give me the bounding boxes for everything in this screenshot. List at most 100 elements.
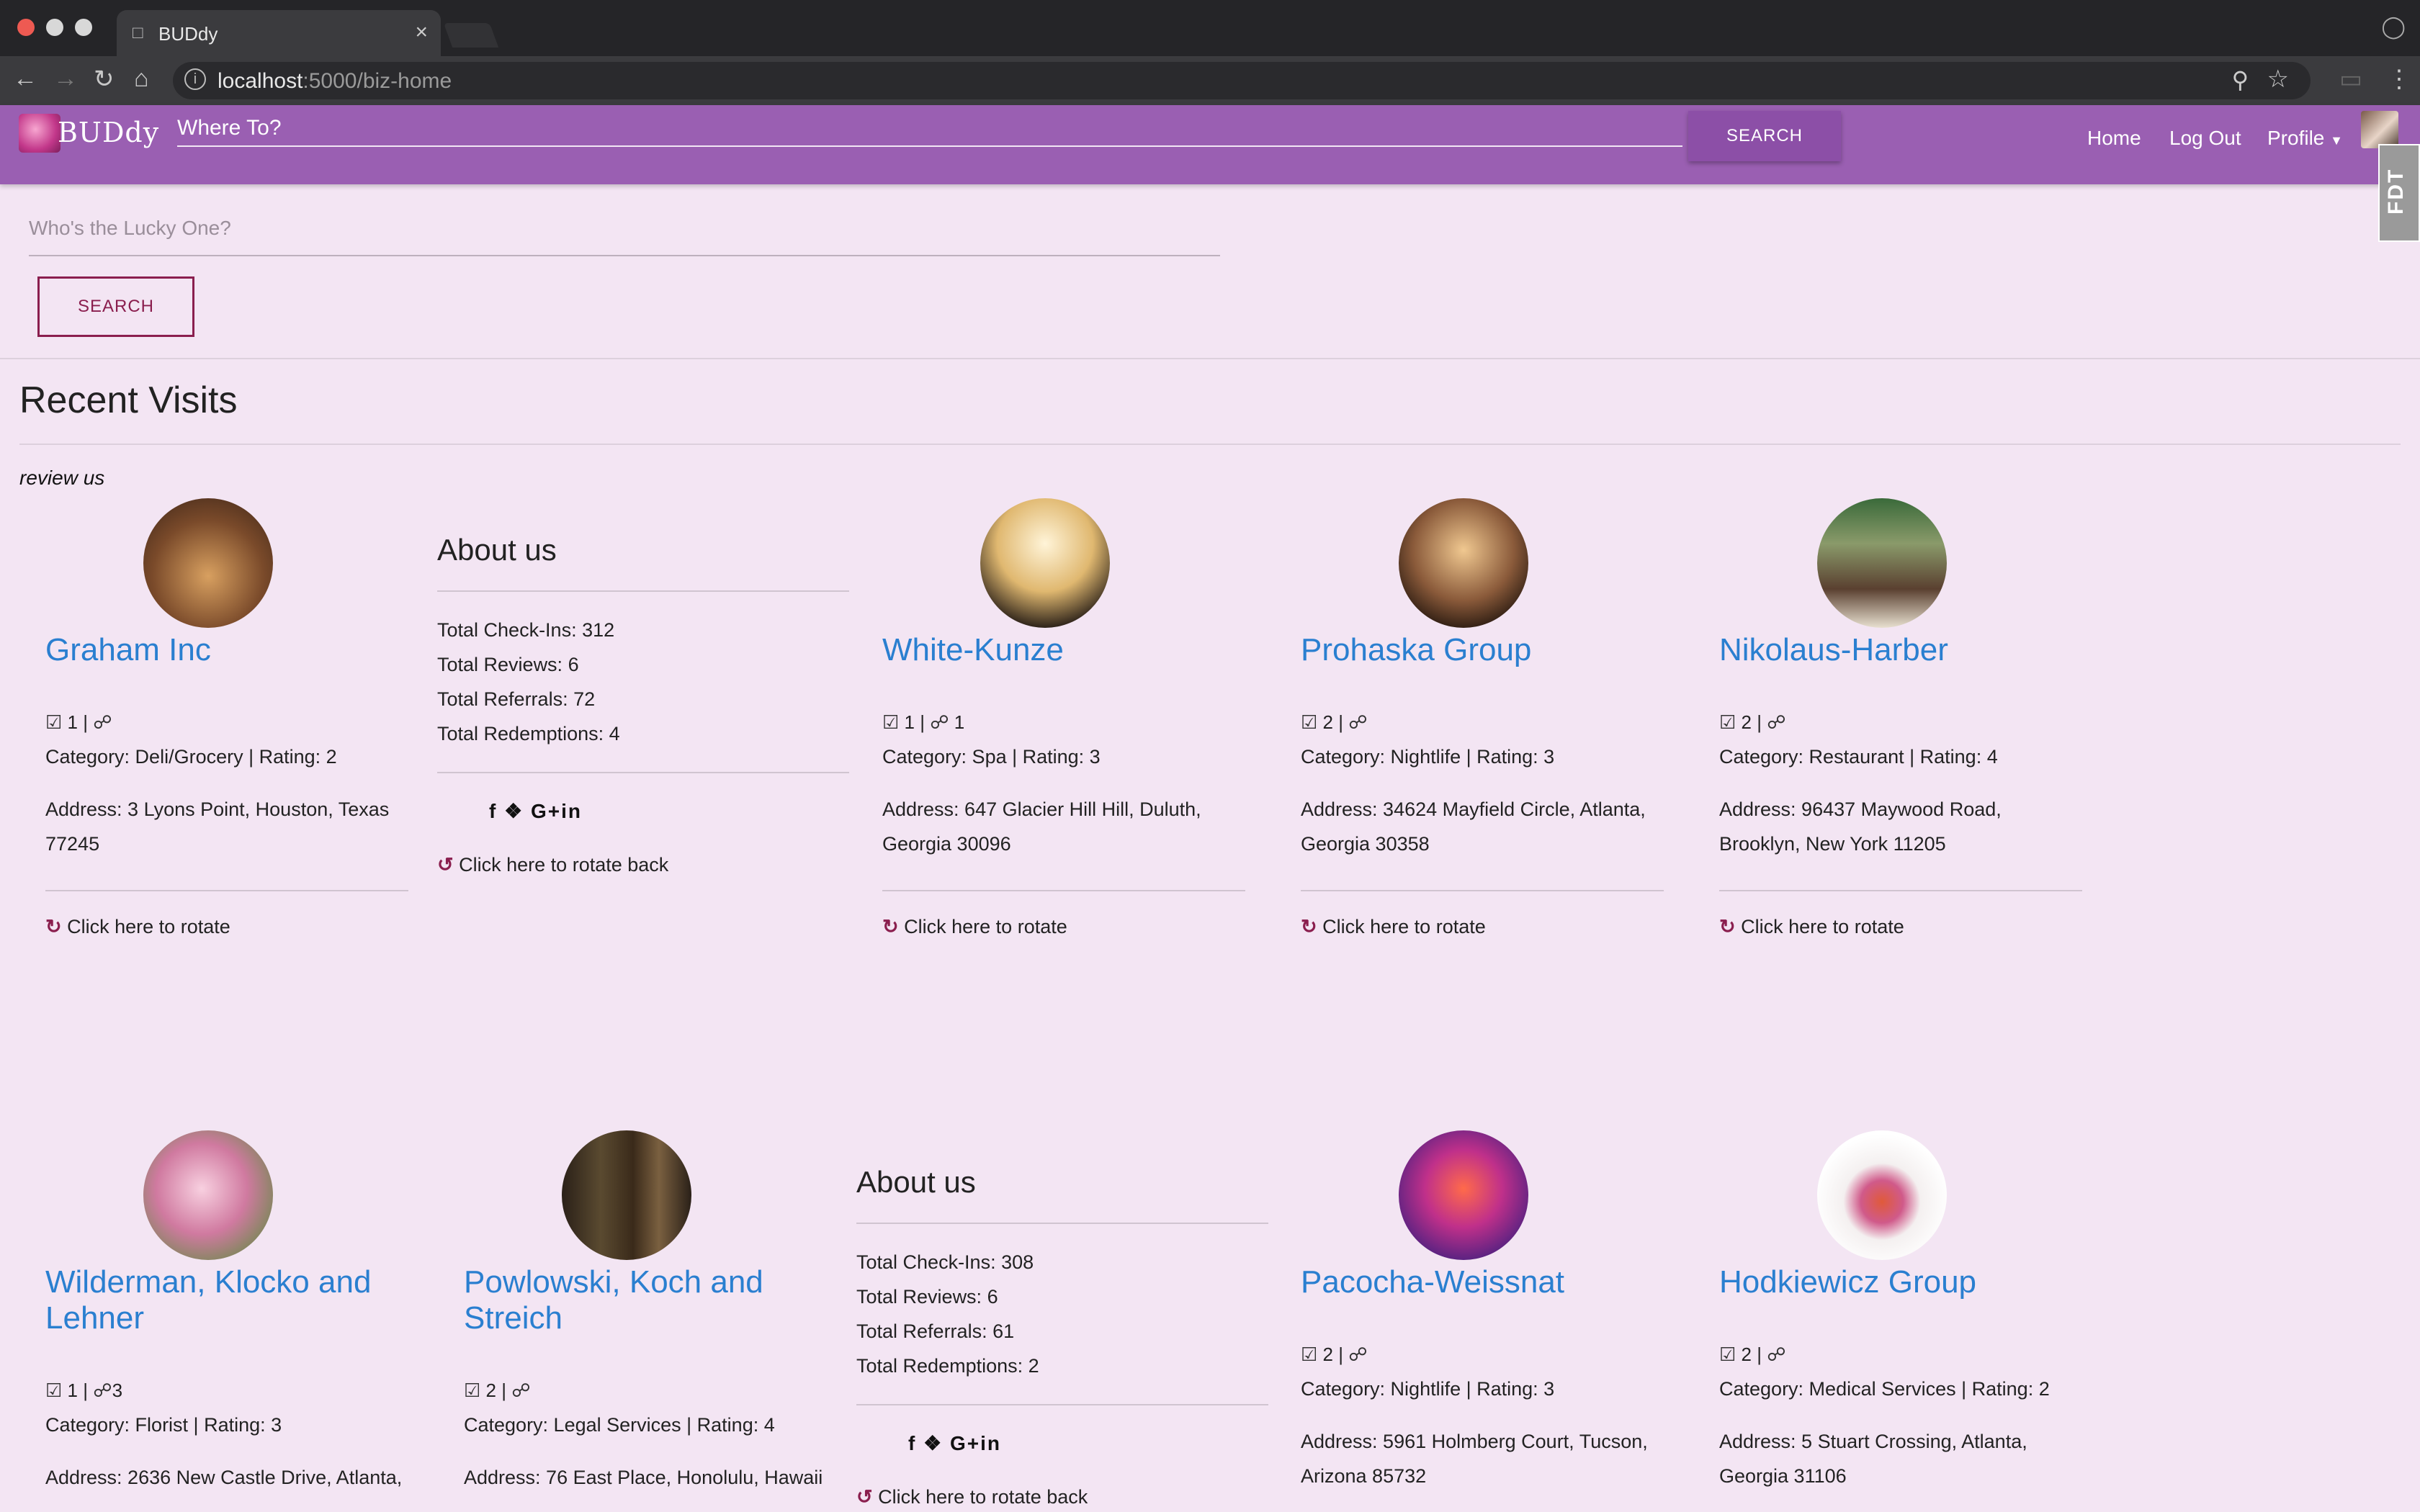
- checkin-icon: ☑: [45, 711, 63, 733]
- business-name[interactable]: Pacocha-Weissnat: [1301, 1264, 1668, 1300]
- lucky-one-input[interactable]: [29, 202, 1220, 256]
- bookmark-star-icon[interactable]: ☆: [2267, 65, 2289, 94]
- checkin-stats: ☑ 2 | ☍: [1301, 711, 1368, 733]
- search-button[interactable]: SEARCH: [37, 276, 194, 337]
- referral-count: 3: [112, 1380, 123, 1401]
- rotate-back-icon: ↺: [856, 1486, 873, 1508]
- title-divider: [19, 444, 2401, 445]
- app-navbar: BUDdy SEARCH Home Log Out Profile ▼: [0, 105, 2420, 184]
- referral-icon: ☍: [93, 1380, 112, 1401]
- card-divider: [1301, 890, 1664, 891]
- checkin-stats: ☑ 2 | ☍: [1301, 1344, 1368, 1365]
- business-photo: [143, 498, 273, 628]
- checkin-count: 2: [485, 1380, 497, 1401]
- rotate-icon: ↻: [45, 916, 62, 937]
- referral-icon: ☍: [93, 711, 112, 733]
- business-photo: [143, 1130, 273, 1260]
- checkin-count: 1: [67, 1380, 79, 1401]
- nav-home-link[interactable]: Home: [2087, 127, 2141, 150]
- avatar[interactable]: [2361, 111, 2398, 148]
- facebook-icon[interactable]: f: [489, 800, 497, 822]
- document-icon: □: [133, 23, 143, 42]
- checkin-count: 1: [67, 711, 79, 733]
- twitter-icon[interactable]: ❖: [923, 1432, 943, 1454]
- business-name[interactable]: Hodkiewicz Group: [1719, 1264, 2087, 1300]
- business-card: Graham Inc ☑ 1 | ☍ Category: Deli/Grocer…: [45, 498, 413, 1074]
- checkin-icon: ☑: [1301, 711, 1318, 733]
- business-address: Address: 5961 Holmberg Court, Tucson, Ar…: [1301, 1431, 1648, 1487]
- review-us-label: review us: [19, 467, 105, 489]
- incognito-icon: ◯: [2381, 15, 2406, 39]
- zoom-icon[interactable]: ⚲: [2232, 66, 2249, 94]
- rotate-back-link[interactable]: ↺ Click here to rotate back: [437, 854, 668, 876]
- rotate-back-icon: ↺: [437, 854, 454, 876]
- close-window-button[interactable]: [17, 19, 35, 36]
- nav-search-button[interactable]: SEARCH: [1688, 111, 1841, 161]
- checkin-stats: ☑ 1 | ☍ 1: [882, 711, 965, 733]
- home-icon[interactable]: ⌂: [134, 65, 149, 93]
- checkin-count: 2: [1322, 1344, 1334, 1365]
- rotate-icon: ↻: [882, 916, 899, 937]
- rotate-label: Click here to rotate: [1322, 916, 1486, 937]
- rotate-link[interactable]: ↻ Click here to rotate: [1719, 916, 1904, 938]
- logo-image: [19, 114, 60, 153]
- rotate-link[interactable]: ↻ Click here to rotate: [1301, 916, 1486, 938]
- business-name[interactable]: Nikolaus-Harber: [1719, 632, 2087, 668]
- checkin-count: 1: [904, 711, 915, 733]
- business-category: Category: Nightlife | Rating: 3: [1301, 1378, 1555, 1400]
- business-card: Powlowski, Koch and Streich ☑ 2 | ☍ Cate…: [464, 1130, 831, 1512]
- minimize-window-button[interactable]: [46, 19, 63, 36]
- twitter-icon[interactable]: ❖: [504, 800, 524, 822]
- feedback-tab[interactable]: FDT: [2378, 144, 2420, 242]
- close-tab-icon[interactable]: ×: [415, 20, 428, 45]
- rotate-label: Click here to rotate: [67, 916, 230, 937]
- business-address: Address: 3 Lyons Point, Houston, Texas 7…: [45, 798, 390, 855]
- forward-icon[interactable]: →: [53, 65, 78, 93]
- google-plus-icon[interactable]: G+: [950, 1432, 980, 1454]
- where-to-input[interactable]: [177, 111, 1682, 147]
- address-bar[interactable]: i localhost:5000/biz-home ⚲ ☆: [173, 62, 2311, 99]
- cast-icon[interactable]: ▭: [2339, 65, 2362, 94]
- checkin-icon: ☑: [45, 1380, 63, 1401]
- facebook-icon[interactable]: f: [908, 1432, 916, 1454]
- business-photo: [1399, 1130, 1528, 1260]
- business-address: Address: 2636 New Castle Drive, Atlanta,: [45, 1467, 403, 1488]
- checkin-icon: ☑: [1719, 1344, 1736, 1365]
- rotate-link[interactable]: ↻ Click here to rotate: [882, 916, 1067, 938]
- rotate-link[interactable]: ↻ Click here to rotate: [45, 916, 230, 938]
- business-address: Address: 5 Stuart Crossing, Atlanta, Geo…: [1719, 1431, 2027, 1487]
- maximize-window-button[interactable]: [75, 19, 92, 36]
- linkedin-icon[interactable]: in: [561, 800, 582, 822]
- referral-icon: ☍: [1767, 1344, 1786, 1365]
- about-divider: [437, 590, 849, 592]
- business-address: Address: 34624 Mayfield Circle, Atlanta,…: [1301, 798, 1646, 855]
- reload-icon[interactable]: ↻: [94, 65, 115, 94]
- back-icon[interactable]: ←: [13, 65, 37, 93]
- linkedin-icon[interactable]: in: [980, 1432, 1001, 1454]
- business-card: White-Kunze ☑ 1 | ☍ 1 Category: Spa | Ra…: [882, 498, 1250, 1074]
- business-name[interactable]: Graham Inc: [45, 632, 413, 668]
- business-name[interactable]: Wilderman, Klocko and Lehner: [45, 1264, 413, 1336]
- business-name[interactable]: Powlowski, Koch and Streich: [464, 1264, 831, 1336]
- checkin-count: 2: [1741, 1344, 1752, 1365]
- business-address: Address: 76 East Place, Honolulu, Hawaii: [464, 1467, 823, 1488]
- buddy-logo[interactable]: BUDdy: [19, 111, 158, 157]
- checkin-count: 2: [1322, 711, 1334, 733]
- business-category: Category: Florist | Rating: 3: [45, 1414, 282, 1436]
- browser-tab[interactable]: □ BUDdy ×: [117, 10, 441, 56]
- menu-icon[interactable]: ⋮: [2387, 65, 2411, 94]
- nav-logout-link[interactable]: Log Out: [2169, 127, 2241, 150]
- rotate-back-link[interactable]: ↺ Click here to rotate back: [856, 1486, 1088, 1508]
- business-name[interactable]: Prohaska Group: [1301, 632, 1668, 668]
- profile-label: Profile: [2267, 127, 2325, 149]
- google-plus-icon[interactable]: G+: [531, 800, 561, 822]
- new-tab-button[interactable]: [443, 23, 499, 48]
- total-redemptions: Total Redemptions: 2: [856, 1355, 1039, 1377]
- about-title: About us: [856, 1165, 976, 1199]
- nav-profile-dropdown[interactable]: Profile ▼: [2267, 127, 2343, 150]
- business-category: Category: Medical Services | Rating: 2: [1719, 1378, 2050, 1400]
- info-icon[interactable]: i: [184, 68, 206, 90]
- business-name[interactable]: White-Kunze: [882, 632, 1250, 668]
- total-reviews: Total Reviews: 6: [856, 1286, 998, 1308]
- browser-toolbar: ← → ↻ ⌂ i localhost:5000/biz-home ⚲ ☆ ▭ …: [0, 56, 2420, 105]
